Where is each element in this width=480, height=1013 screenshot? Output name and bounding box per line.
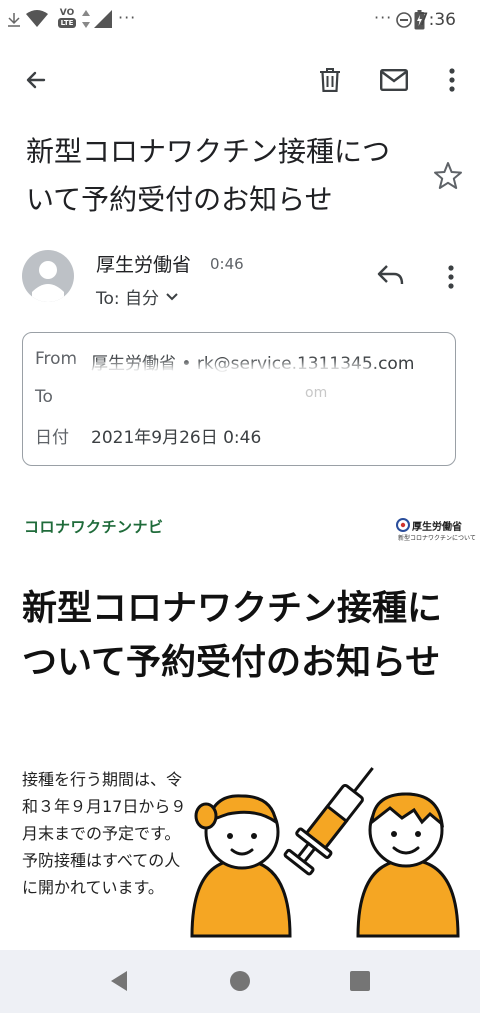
volte-icon: VO LTE <box>58 8 76 28</box>
download-arrow-icon <box>8 13 20 27</box>
wifi-icon <box>26 10 48 27</box>
more-vert-icon <box>448 265 454 289</box>
person-icon <box>32 261 64 302</box>
square-recents-icon <box>350 971 370 991</box>
to-label: To <box>35 387 53 407</box>
star-outline-icon <box>434 162 462 189</box>
logo-subtitle: 新型コロナワクチンについて <box>398 535 476 542</box>
from-label: From <box>35 349 78 369</box>
sender-time: 0:46 <box>210 255 244 273</box>
from-value[interactable]: 厚生労働省 • rk@service.1311345.com <box>91 349 414 374</box>
arrow-left-icon <box>26 71 46 89</box>
sender-name[interactable]: 厚生労働省 <box>96 250 191 277</box>
signal-icon <box>94 10 112 28</box>
email-subject: 新型コロナワクチン接種について予約受付のお知らせ <box>26 135 391 216</box>
recipient-toggle[interactable]: To: 自分 <box>96 284 179 309</box>
to-value-tail: om <box>305 385 328 401</box>
reply-icon <box>377 265 404 285</box>
nav-recents-button[interactable] <box>345 966 375 996</box>
volte-label: VO <box>59 8 75 18</box>
date-value: 2021年9月26日 0:46 <box>91 428 262 448</box>
sender-more-button[interactable] <box>438 262 464 294</box>
date-label: 日付 <box>35 428 69 448</box>
star-button[interactable] <box>430 158 466 194</box>
circle-home-icon <box>230 971 250 991</box>
trash-icon <box>320 68 340 92</box>
logo-name: 厚生労働省 <box>412 522 462 533</box>
body-paragraph: 接種を行う期間は、令和３年９月17日から９月末までの予定です。予防接種はすべての… <box>22 770 187 897</box>
message-details-card: From 厚生労働省 • rk@service.1311345.com To o… <box>22 332 456 466</box>
dnd-icon <box>396 12 412 28</box>
data-arrows-icon <box>82 10 90 28</box>
mark-unread-button[interactable] <box>374 60 414 100</box>
chevron-down-icon <box>166 292 178 300</box>
status-overflow: ··· <box>374 8 393 27</box>
clock: 7:36 <box>417 10 456 30</box>
nav-back-button[interactable] <box>104 966 134 996</box>
triangle-back-icon <box>111 971 127 991</box>
avatar[interactable] <box>22 250 74 302</box>
notification-overflow: ··· <box>118 8 137 27</box>
mail-icon <box>380 69 408 91</box>
reply-button[interactable] <box>376 262 414 294</box>
lte-label: LTE <box>58 18 76 28</box>
brand-title: コロナワクチンナビ <box>24 518 164 536</box>
nav-home-button[interactable] <box>225 966 255 996</box>
status-bar: VO LTE ··· ··· 7:36 <box>0 0 480 44</box>
back-button[interactable] <box>16 60 56 100</box>
more-vert-icon <box>449 68 455 92</box>
delete-button[interactable] <box>310 60 350 100</box>
system-nav-bar <box>0 950 480 1013</box>
woman-figure-icon <box>190 794 292 938</box>
more-options-button[interactable] <box>432 60 472 100</box>
man-figure-icon <box>356 792 460 938</box>
body-headline: 新型コロナワクチン接種について予約受付のお知らせ <box>22 589 443 683</box>
recipient-label: To: 自分 <box>96 289 160 309</box>
mhlw-emblem-icon <box>396 518 410 532</box>
vaccine-illustration <box>190 767 460 938</box>
